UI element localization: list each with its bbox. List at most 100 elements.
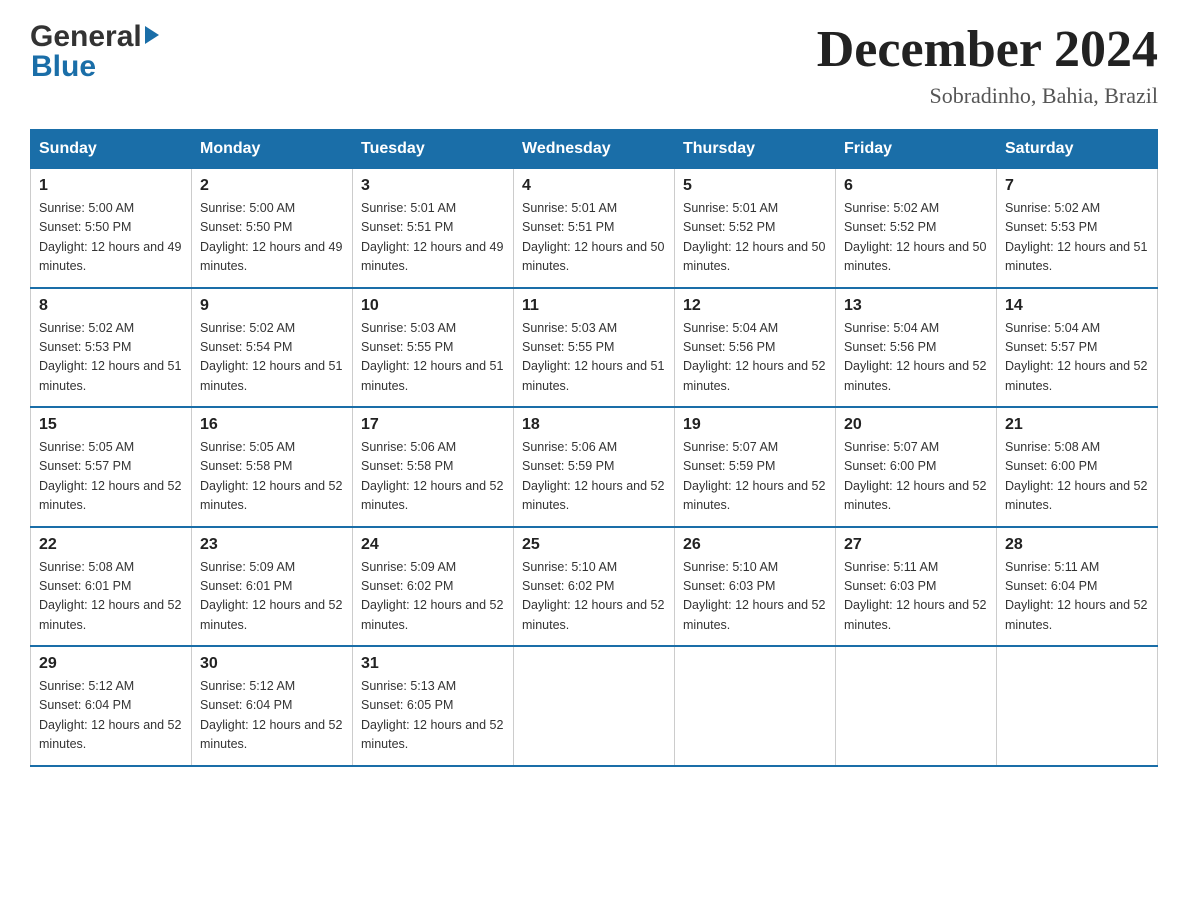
calendar-day-header: Tuesday xyxy=(353,130,514,169)
calendar-day-cell: 7 Sunrise: 5:02 AMSunset: 5:53 PMDayligh… xyxy=(997,169,1158,288)
day-info: Sunrise: 5:01 AMSunset: 5:51 PMDaylight:… xyxy=(361,201,503,273)
calendar-week-row: 29 Sunrise: 5:12 AMSunset: 6:04 PMDaylig… xyxy=(31,646,1158,766)
calendar-day-cell: 6 Sunrise: 5:02 AMSunset: 5:52 PMDayligh… xyxy=(836,169,997,288)
day-number: 1 xyxy=(39,177,183,195)
day-number: 5 xyxy=(683,177,827,195)
calendar-day-header: Saturday xyxy=(997,130,1158,169)
calendar-day-cell: 14 Sunrise: 5:04 AMSunset: 5:57 PMDaylig… xyxy=(997,288,1158,408)
day-info: Sunrise: 5:05 AMSunset: 5:57 PMDaylight:… xyxy=(39,440,181,512)
calendar-day-cell: 4 Sunrise: 5:01 AMSunset: 5:51 PMDayligh… xyxy=(514,169,675,288)
calendar-day-cell: 1 Sunrise: 5:00 AMSunset: 5:50 PMDayligh… xyxy=(31,169,192,288)
day-info: Sunrise: 5:02 AMSunset: 5:53 PMDaylight:… xyxy=(39,321,181,393)
day-number: 12 xyxy=(683,297,827,315)
day-number: 11 xyxy=(522,297,666,315)
day-info: Sunrise: 5:12 AMSunset: 6:04 PMDaylight:… xyxy=(39,679,181,751)
day-info: Sunrise: 5:10 AMSunset: 6:03 PMDaylight:… xyxy=(683,560,825,632)
day-number: 6 xyxy=(844,177,988,195)
calendar-day-cell: 30 Sunrise: 5:12 AMSunset: 6:04 PMDaylig… xyxy=(192,646,353,766)
calendar-day-cell xyxy=(675,646,836,766)
day-number: 19 xyxy=(683,416,827,434)
day-number: 20 xyxy=(844,416,988,434)
day-info: Sunrise: 5:08 AMSunset: 6:00 PMDaylight:… xyxy=(1005,440,1147,512)
day-info: Sunrise: 5:02 AMSunset: 5:53 PMDaylight:… xyxy=(1005,201,1147,273)
day-info: Sunrise: 5:07 AMSunset: 5:59 PMDaylight:… xyxy=(683,440,825,512)
page-title: December 2024 xyxy=(817,20,1158,79)
day-number: 26 xyxy=(683,536,827,554)
calendar-day-cell: 21 Sunrise: 5:08 AMSunset: 6:00 PMDaylig… xyxy=(997,407,1158,527)
calendar-day-cell xyxy=(514,646,675,766)
calendar-day-cell: 28 Sunrise: 5:11 AMSunset: 6:04 PMDaylig… xyxy=(997,527,1158,647)
logo-general-text: General xyxy=(30,20,142,54)
calendar-day-cell: 2 Sunrise: 5:00 AMSunset: 5:50 PMDayligh… xyxy=(192,169,353,288)
calendar-header-row: SundayMondayTuesdayWednesdayThursdayFrid… xyxy=(31,130,1158,169)
calendar-day-cell: 29 Sunrise: 5:12 AMSunset: 6:04 PMDaylig… xyxy=(31,646,192,766)
day-number: 15 xyxy=(39,416,183,434)
day-number: 10 xyxy=(361,297,505,315)
day-number: 29 xyxy=(39,655,183,673)
day-info: Sunrise: 5:04 AMSunset: 5:57 PMDaylight:… xyxy=(1005,321,1147,393)
day-number: 23 xyxy=(200,536,344,554)
day-info: Sunrise: 5:06 AMSunset: 5:59 PMDaylight:… xyxy=(522,440,664,512)
calendar-day-cell: 22 Sunrise: 5:08 AMSunset: 6:01 PMDaylig… xyxy=(31,527,192,647)
calendar-day-cell: 5 Sunrise: 5:01 AMSunset: 5:52 PMDayligh… xyxy=(675,169,836,288)
calendar-day-cell: 23 Sunrise: 5:09 AMSunset: 6:01 PMDaylig… xyxy=(192,527,353,647)
day-number: 2 xyxy=(200,177,344,195)
calendar-day-cell: 17 Sunrise: 5:06 AMSunset: 5:58 PMDaylig… xyxy=(353,407,514,527)
calendar-day-cell: 11 Sunrise: 5:03 AMSunset: 5:55 PMDaylig… xyxy=(514,288,675,408)
day-info: Sunrise: 5:06 AMSunset: 5:58 PMDaylight:… xyxy=(361,440,503,512)
calendar-day-cell: 26 Sunrise: 5:10 AMSunset: 6:03 PMDaylig… xyxy=(675,527,836,647)
day-info: Sunrise: 5:09 AMSunset: 6:01 PMDaylight:… xyxy=(200,560,342,632)
day-info: Sunrise: 5:05 AMSunset: 5:58 PMDaylight:… xyxy=(200,440,342,512)
day-info: Sunrise: 5:03 AMSunset: 5:55 PMDaylight:… xyxy=(522,321,664,393)
calendar-day-cell: 25 Sunrise: 5:10 AMSunset: 6:02 PMDaylig… xyxy=(514,527,675,647)
day-number: 7 xyxy=(1005,177,1149,195)
page-subtitle: Sobradinho, Bahia, Brazil xyxy=(817,83,1158,109)
calendar-day-cell: 12 Sunrise: 5:04 AMSunset: 5:56 PMDaylig… xyxy=(675,288,836,408)
day-info: Sunrise: 5:13 AMSunset: 6:05 PMDaylight:… xyxy=(361,679,503,751)
day-number: 14 xyxy=(1005,297,1149,315)
day-number: 3 xyxy=(361,177,505,195)
calendar-day-cell: 10 Sunrise: 5:03 AMSunset: 5:55 PMDaylig… xyxy=(353,288,514,408)
day-number: 30 xyxy=(200,655,344,673)
calendar-day-cell xyxy=(997,646,1158,766)
day-info: Sunrise: 5:01 AMSunset: 5:51 PMDaylight:… xyxy=(522,201,664,273)
calendar-day-cell: 16 Sunrise: 5:05 AMSunset: 5:58 PMDaylig… xyxy=(192,407,353,527)
day-info: Sunrise: 5:02 AMSunset: 5:54 PMDaylight:… xyxy=(200,321,342,393)
calendar-day-cell: 18 Sunrise: 5:06 AMSunset: 5:59 PMDaylig… xyxy=(514,407,675,527)
day-number: 21 xyxy=(1005,416,1149,434)
logo: General Blue xyxy=(30,20,159,84)
day-info: Sunrise: 5:00 AMSunset: 5:50 PMDaylight:… xyxy=(39,201,181,273)
calendar-day-cell: 8 Sunrise: 5:02 AMSunset: 5:53 PMDayligh… xyxy=(31,288,192,408)
calendar-day-cell: 20 Sunrise: 5:07 AMSunset: 6:00 PMDaylig… xyxy=(836,407,997,527)
calendar-week-row: 15 Sunrise: 5:05 AMSunset: 5:57 PMDaylig… xyxy=(31,407,1158,527)
day-number: 17 xyxy=(361,416,505,434)
day-info: Sunrise: 5:10 AMSunset: 6:02 PMDaylight:… xyxy=(522,560,664,632)
calendar-day-cell: 9 Sunrise: 5:02 AMSunset: 5:54 PMDayligh… xyxy=(192,288,353,408)
calendar-day-cell: 13 Sunrise: 5:04 AMSunset: 5:56 PMDaylig… xyxy=(836,288,997,408)
calendar-week-row: 1 Sunrise: 5:00 AMSunset: 5:50 PMDayligh… xyxy=(31,169,1158,288)
day-info: Sunrise: 5:11 AMSunset: 6:04 PMDaylight:… xyxy=(1005,560,1147,632)
day-number: 25 xyxy=(522,536,666,554)
calendar-day-cell: 19 Sunrise: 5:07 AMSunset: 5:59 PMDaylig… xyxy=(675,407,836,527)
day-number: 16 xyxy=(200,416,344,434)
day-info: Sunrise: 5:04 AMSunset: 5:56 PMDaylight:… xyxy=(844,321,986,393)
day-info: Sunrise: 5:07 AMSunset: 6:00 PMDaylight:… xyxy=(844,440,986,512)
calendar-day-cell: 24 Sunrise: 5:09 AMSunset: 6:02 PMDaylig… xyxy=(353,527,514,647)
calendar-day-header: Monday xyxy=(192,130,353,169)
day-info: Sunrise: 5:11 AMSunset: 6:03 PMDaylight:… xyxy=(844,560,986,632)
day-number: 22 xyxy=(39,536,183,554)
day-number: 8 xyxy=(39,297,183,315)
day-info: Sunrise: 5:04 AMSunset: 5:56 PMDaylight:… xyxy=(683,321,825,393)
calendar-day-cell: 31 Sunrise: 5:13 AMSunset: 6:05 PMDaylig… xyxy=(353,646,514,766)
calendar-week-row: 22 Sunrise: 5:08 AMSunset: 6:01 PMDaylig… xyxy=(31,527,1158,647)
day-number: 13 xyxy=(844,297,988,315)
day-info: Sunrise: 5:12 AMSunset: 6:04 PMDaylight:… xyxy=(200,679,342,751)
title-section: December 2024 Sobradinho, Bahia, Brazil xyxy=(817,20,1158,109)
day-info: Sunrise: 5:08 AMSunset: 6:01 PMDaylight:… xyxy=(39,560,181,632)
day-number: 18 xyxy=(522,416,666,434)
calendar-day-cell xyxy=(836,646,997,766)
day-number: 4 xyxy=(522,177,666,195)
day-number: 24 xyxy=(361,536,505,554)
day-number: 27 xyxy=(844,536,988,554)
day-info: Sunrise: 5:03 AMSunset: 5:55 PMDaylight:… xyxy=(361,321,503,393)
